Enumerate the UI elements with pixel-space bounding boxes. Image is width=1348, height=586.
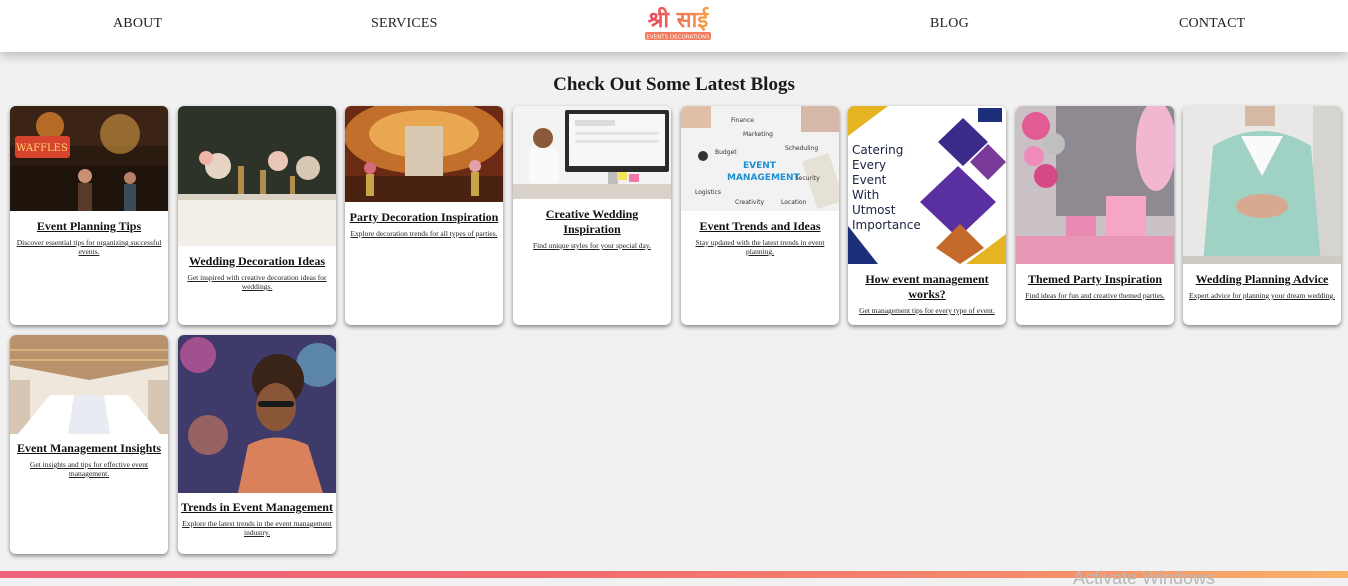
svg-text:Logistics: Logistics — [695, 189, 721, 196]
blog-card-event-planning-tips[interactable]: WAFFLES Event Planning Tips Discover ess… — [10, 106, 168, 325]
blog-card-how-event-management-works[interactable]: Catering Every Event With Utmost Importa… — [848, 106, 1006, 325]
svg-text:Finance: Finance — [731, 117, 754, 124]
section-heading: Check Out Some Latest Blogs — [553, 74, 795, 95]
blog-card-event-management-insights[interactable]: Event Management Insights Get insights a… — [10, 335, 168, 554]
svg-text:Security: Security — [795, 175, 820, 182]
svg-text:Utmost: Utmost — [852, 203, 896, 217]
blog-image — [1183, 106, 1341, 264]
blog-description[interactable]: Get management tips for every type of ev… — [848, 306, 1006, 315]
blog-title-link[interactable]: Wedding Decoration Ideas — [178, 254, 336, 269]
svg-text:Every: Every — [852, 158, 886, 172]
svg-text:WAFFLES: WAFFLES — [16, 143, 68, 154]
blog-description[interactable]: Get insights and tips for effective even… — [10, 460, 168, 478]
svg-text:Location: Location — [781, 199, 807, 206]
blog-title-link[interactable]: Event Management Insights — [10, 441, 168, 456]
blog-image — [513, 106, 671, 199]
blog-card-creative-wedding-inspiration[interactable]: Creative Wedding Inspiration Find unique… — [513, 106, 671, 325]
blog-image — [345, 106, 503, 202]
blog-title-link[interactable]: Event Trends and Ideas — [681, 219, 839, 234]
blog-title-link[interactable]: Creative Wedding Inspiration — [513, 207, 671, 237]
blog-description[interactable]: Expert advice for planning your dream we… — [1183, 291, 1341, 300]
svg-text:Event: Event — [852, 173, 887, 187]
svg-text:Scheduling: Scheduling — [785, 145, 818, 152]
svg-text:With: With — [852, 188, 879, 202]
svg-text:EVENT: EVENT — [743, 161, 777, 171]
top-navbar: ABOUT SERVICES श्री साई EVENTS DECORATIO… — [0, 0, 1348, 52]
blog-description[interactable]: Find ideas for fun and creative themed p… — [1016, 291, 1174, 300]
blog-image: WAFFLES — [10, 106, 168, 211]
svg-text:Budget: Budget — [715, 149, 737, 156]
blog-title-link[interactable]: Trends in Event Management — [178, 500, 336, 515]
blog-card-wedding-decoration-ideas[interactable]: Wedding Decoration Ideas Get inspired wi… — [178, 106, 336, 325]
blog-card-wedding-planning-advice[interactable]: Wedding Planning Advice Expert advice fo… — [1183, 106, 1341, 325]
blog-card-themed-party-inspiration[interactable]: Themed Party Inspiration Find ideas for … — [1016, 106, 1174, 325]
blog-card-trends-in-event-management[interactable]: Trends in Event Management Explore the l… — [178, 335, 336, 554]
svg-text:Importance: Importance — [852, 218, 921, 232]
blog-title-link[interactable]: Themed Party Inspiration — [1016, 272, 1174, 287]
blog-image: Finance Marketing Scheduling Budget EVEN… — [681, 106, 839, 211]
blog-description[interactable]: Find unique styles for your special day. — [513, 241, 671, 250]
svg-text:Marketing: Marketing — [743, 131, 773, 138]
blog-image: Catering Every Event With Utmost Importa… — [848, 106, 1006, 264]
svg-text:Catering: Catering — [852, 143, 903, 157]
blog-card-party-decoration-inspiration[interactable]: Party Decoration Inspiration Explore dec… — [345, 106, 503, 325]
svg-text:श्री साई: श्री साई — [648, 6, 710, 33]
blog-image — [1016, 106, 1174, 264]
nav-contact-link[interactable]: CONTACT — [1179, 16, 1245, 32]
blog-description[interactable]: Get inspired with creative decoration id… — [178, 273, 336, 291]
windows-activation-watermark: Activate Windows — [1073, 568, 1216, 586]
blog-description[interactable]: Discover essential tips for organizing s… — [10, 238, 168, 256]
svg-text:Creativity: Creativity — [735, 199, 764, 206]
blog-image — [178, 106, 336, 246]
blog-description[interactable]: Explore decoration trends for all types … — [345, 229, 503, 238]
nav-services-link[interactable]: SERVICES — [371, 16, 438, 32]
blog-card-event-trends-and-ideas[interactable]: Finance Marketing Scheduling Budget EVEN… — [681, 106, 839, 325]
blog-image — [178, 335, 336, 493]
nav-blog-link[interactable]: BLOG — [930, 16, 969, 32]
blog-description[interactable]: Stay updated with the latest trends in e… — [681, 238, 839, 256]
brand-logo[interactable]: श्री साई EVENTS DECORATIONS — [641, 3, 715, 43]
svg-text:MANAGEMENT: MANAGEMENT — [727, 173, 801, 183]
blog-title-link[interactable]: How event management works? — [848, 272, 1006, 302]
nav-about-link[interactable]: ABOUT — [113, 16, 162, 32]
blog-title-link[interactable]: Party Decoration Inspiration — [345, 210, 503, 225]
blog-image — [10, 335, 168, 434]
blog-description[interactable]: Explore the latest trends in the event m… — [178, 519, 336, 537]
blog-title-link[interactable]: Wedding Planning Advice — [1183, 272, 1341, 287]
svg-text:EVENTS DECORATIONS: EVENTS DECORATIONS — [646, 35, 710, 41]
blog-title-link[interactable]: Event Planning Tips — [10, 219, 168, 234]
